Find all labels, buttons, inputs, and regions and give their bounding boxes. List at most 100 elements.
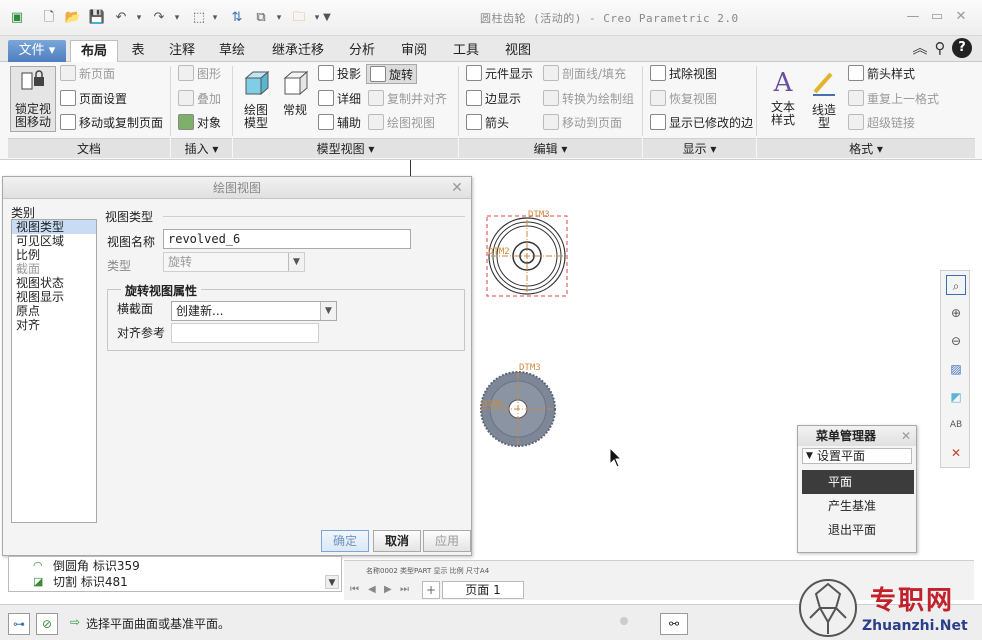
move-copy-page-button[interactable]: 移动或复制页面 <box>60 113 163 133</box>
cancel-button[interactable]: 取消 <box>373 530 421 552</box>
detailed-button[interactable]: 详细 <box>318 89 361 109</box>
search-icon[interactable]: ⚲ <box>930 38 950 58</box>
regenerate-icon[interactable]: ⇅ <box>228 9 246 27</box>
prev-page-icon[interactable]: ◀ <box>368 584 376 595</box>
group-insert-label[interactable]: 插入 ▾ <box>171 138 232 158</box>
first-page-icon[interactable]: ⏮ <box>350 584 359 595</box>
drawing-view-button[interactable]: 绘图视图 <box>368 113 435 133</box>
copy-align-button[interactable]: 复制并对齐 <box>368 89 447 109</box>
repaint-icon[interactable]: ▨ <box>946 359 966 379</box>
tab-table[interactable]: 表 <box>120 40 156 62</box>
menu-item-quit-plane[interactable]: 退出平面 <box>802 518 914 542</box>
arrow-style-button[interactable]: 箭头样式 <box>848 64 915 84</box>
auxiliary-button[interactable]: 辅助 <box>318 113 361 133</box>
menu-manager-submenu[interactable]: ▼ 设置平面 <box>802 448 912 464</box>
browser-toggle-icon[interactable]: ⊘ <box>36 613 58 635</box>
menu-item-plane[interactable]: 平面 <box>802 470 914 494</box>
next-page-icon[interactable]: ▶ <box>384 584 392 595</box>
category-scale[interactable]: 比例 <box>12 248 96 262</box>
drawing-model-button[interactable]: 绘图 模型 <box>238 68 274 130</box>
redo-icon[interactable]: ↷ <box>150 9 168 27</box>
category-view-type[interactable]: 视图类型 <box>12 220 96 234</box>
graphics-button[interactable]: 图形 <box>178 64 221 84</box>
drawing-canvas[interactable]: DTM3 DTM2 DTM3 DTM2 <box>470 200 580 450</box>
minimize-button[interactable]: — <box>904 8 922 26</box>
new-page-button[interactable]: 新页面 <box>60 64 115 84</box>
page-tab[interactable]: 页面 1 <box>442 581 524 599</box>
group-edit-label[interactable]: 编辑 ▾ <box>459 138 642 158</box>
windows-icon[interactable]: ⧉ <box>252 9 270 27</box>
hyperlink-button[interactable]: 超级链接 <box>848 113 915 133</box>
restore-view-button[interactable]: 恢复视图 <box>650 89 717 109</box>
tab-tools[interactable]: 工具 <box>442 40 490 62</box>
page-setup-button[interactable]: 页面设置 <box>60 89 127 109</box>
undo-icon[interactable]: ↶ <box>112 9 130 27</box>
type-dropdown[interactable]: 旋转 ▼ <box>163 252 305 272</box>
add-page-icon[interactable]: + <box>422 581 440 599</box>
category-visible-area[interactable]: 可见区域 <box>12 234 96 248</box>
xhatch-fill-button[interactable]: 剖面线/填充 <box>543 64 626 84</box>
display-style-icon[interactable]: ◩ <box>946 387 966 407</box>
last-page-icon[interactable]: ⏭ <box>400 584 409 595</box>
open-folder-icon[interactable]: 📂 <box>64 9 82 27</box>
tab-legacy-migration[interactable]: 继承迁移 <box>260 40 336 62</box>
tab-layout[interactable]: 布局 <box>70 40 118 62</box>
object-button[interactable]: 对象 <box>178 113 221 133</box>
projection-button[interactable]: 投影 <box>318 64 361 84</box>
zoom-out-icon[interactable]: ⊖ <box>946 331 966 351</box>
overlay-button[interactable]: 叠加 <box>178 89 221 109</box>
new-file-icon[interactable]: 🗋 <box>40 9 58 27</box>
arrow-button[interactable]: 箭头 <box>466 113 509 133</box>
find-binoculars-icon[interactable]: ⚯ <box>660 613 688 635</box>
model-tree-toggle-icon[interactable]: ⊶ <box>8 613 30 635</box>
undo-dropdown-icon[interactable]: ▾ <box>130 9 148 27</box>
menu-manager-close-icon[interactable]: ✕ <box>898 428 914 444</box>
tab-file[interactable]: 文件 ▾ <box>8 40 66 62</box>
edge-display-button[interactable]: 边显示 <box>466 89 521 109</box>
dialog-close-icon[interactable]: ✕ <box>449 179 465 197</box>
annotation-display-icon[interactable]: AB <box>946 415 966 435</box>
line-style-button[interactable]: 线造 型 <box>806 68 842 130</box>
tree-item-cut[interactable]: 切割 标识481 <box>53 575 128 589</box>
convert-draw-group-button[interactable]: 转换为绘制组 <box>543 89 634 109</box>
erase-view-button[interactable]: 拭除视图 <box>650 64 717 84</box>
category-alignment[interactable]: 对齐 <box>12 318 96 332</box>
repeat-last-format-button[interactable]: 重复上一格式 <box>848 89 939 109</box>
tab-annotate[interactable]: 注释 <box>158 40 206 62</box>
category-view-states[interactable]: 视图状态 <box>12 276 96 290</box>
text-style-button[interactable]: A 文本 样式 <box>764 68 802 127</box>
category-origin[interactable]: 原点 <box>12 304 96 318</box>
tree-scroll-down-icon[interactable]: ▼ <box>325 575 339 589</box>
tab-review[interactable]: 审阅 <box>390 40 438 62</box>
close-window-button[interactable]: ✕ <box>952 8 970 26</box>
group-model-views-label[interactable]: 模型视图 ▾ <box>233 138 458 158</box>
group-display-label[interactable]: 显示 ▾ <box>643 138 756 158</box>
align-ref-input[interactable] <box>171 323 319 343</box>
move-to-page-button[interactable]: 移动到页面 <box>543 113 622 133</box>
windows-dropdown-icon[interactable]: ▾ <box>270 9 288 27</box>
revolved-button[interactable]: 旋转 <box>366 64 418 84</box>
save-icon[interactable]: 💾 <box>88 9 106 27</box>
refit-icon[interactable]: ⌕ <box>946 275 966 295</box>
zoom-in-icon[interactable]: ⊕ <box>946 303 966 323</box>
tab-view[interactable]: 视图 <box>494 40 542 62</box>
tab-analysis[interactable]: 分析 <box>338 40 386 62</box>
select-dropdown-icon[interactable]: ▾ <box>206 9 224 27</box>
apply-button[interactable]: 应用 <box>423 530 471 552</box>
view-name-input[interactable]: revolved_6 <box>163 229 411 249</box>
collapse-ribbon-icon[interactable]: ︽ <box>910 38 930 58</box>
quick-access-customize-icon[interactable]: ▼ <box>318 9 336 27</box>
redo-dropdown-icon[interactable]: ▾ <box>168 9 186 27</box>
component-display-button[interactable]: 元件显示 <box>466 64 533 84</box>
datum-display-icon[interactable]: ✕ <box>946 443 966 463</box>
show-modified-edges-button[interactable]: 显示已修改的边 <box>650 113 753 133</box>
help-icon[interactable]: ? <box>952 38 972 58</box>
category-sections[interactable]: 截面 <box>12 262 96 276</box>
restore-button[interactable]: ▭ <box>928 8 946 26</box>
tree-item-round[interactable]: 倒圆角 标识359 <box>53 559 140 573</box>
lock-view-movement-button[interactable]: 锁定视 图移动 <box>10 66 56 132</box>
group-format-label[interactable]: 格式 ▾ <box>757 138 975 158</box>
tab-sketch[interactable]: 草绘 <box>208 40 256 62</box>
category-view-display[interactable]: 视图显示 <box>12 290 96 304</box>
menu-item-make-datum[interactable]: 产生基准 <box>802 494 914 518</box>
